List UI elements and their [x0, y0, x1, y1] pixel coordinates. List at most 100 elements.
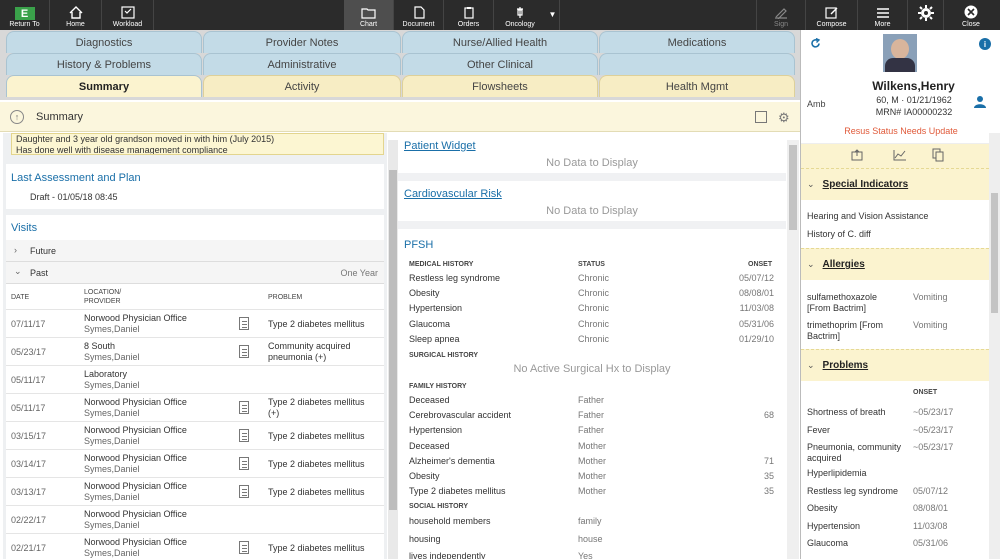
tab-history-problems[interactable]: History & Problems	[6, 53, 202, 75]
table-row[interactable]: 03/14/17 Norwood Physician Office Symes,Da…	[6, 449, 384, 477]
table-row[interactable]: 05/23/17 8 South Symes,Daniel Community acq…	[6, 337, 384, 365]
medical-history-label: MEDICAL HISTORY	[409, 261, 474, 268]
chart-button[interactable]: Chart	[344, 0, 394, 30]
problem-item[interactable]: Fever ~05/23/17	[801, 425, 989, 443]
home-button[interactable]: Home	[50, 0, 102, 30]
scroll-thumb[interactable]	[991, 193, 998, 313]
indicator-item: Hearing and Vision Assistance	[807, 211, 929, 221]
document-icon[interactable]	[239, 541, 249, 554]
family-history-row[interactable]: Cerebrovascular accident Father 68	[398, 410, 786, 424]
last-assessment-title[interactable]: Last Assessment and Plan	[11, 172, 141, 184]
resus-status[interactable]: Resus Status Needs Update	[801, 126, 1000, 136]
person-icon[interactable]	[973, 95, 987, 109]
tab-health-mgmt[interactable]: Health Mgmt	[599, 75, 795, 97]
tab-flowsheets[interactable]: Flowsheets	[402, 75, 598, 97]
cardio-risk-title[interactable]: Cardiovascular Risk	[404, 188, 502, 200]
tab-diagnostics[interactable]: Diagnostics	[6, 31, 202, 53]
document-icon[interactable]	[239, 401, 249, 414]
problem-item[interactable]: Hypertension 11/03/08	[801, 521, 989, 539]
family-history-row[interactable]: Type 2 diabetes mellitus Mother 35	[398, 486, 786, 500]
visits-title[interactable]: Visits	[11, 222, 37, 234]
family-history-row[interactable]: Hypertension Father	[398, 425, 786, 439]
document-icon[interactable]	[239, 345, 249, 358]
problem-item[interactable]: Pneumonia, community acquired ~05/23/17	[801, 442, 989, 468]
table-row[interactable]: 05/11/17 Norwood Physician Office Symes,Da…	[6, 393, 384, 421]
medical-history-row[interactable]: Obesity Chronic 08/08/01	[398, 288, 786, 302]
medical-history-row[interactable]: Restless leg syndrome Chronic 05/07/12	[398, 273, 786, 287]
table-row[interactable]: 03/13/17 Norwood Physician Office Symes,Da…	[6, 477, 384, 505]
family-history-row[interactable]: Deceased Mother	[398, 441, 786, 455]
past-row[interactable]: ⌄ Past One Year	[6, 262, 384, 284]
social-history-row[interactable]: household members family	[398, 516, 786, 530]
orders-button[interactable]: Orders	[444, 0, 494, 30]
export-icon[interactable]	[851, 149, 863, 161]
allergy-item[interactable]: trimethoprim [From Bactrim] Vomiting	[801, 320, 989, 346]
social-history-row[interactable]: lives independently Yes	[398, 551, 786, 559]
family-history-row[interactable]: Alzheimer's dementia Mother 71	[398, 456, 786, 470]
table-row[interactable]: 05/11/17 Laboratory Symes,Daniel	[6, 365, 384, 393]
document-icon[interactable]	[239, 485, 249, 498]
problem-item[interactable]: Restless leg syndrome 05/07/12	[801, 486, 989, 504]
social-history-row[interactable]: housing house	[398, 534, 786, 548]
info-icon[interactable]: i	[979, 38, 991, 50]
document-icon[interactable]	[239, 457, 249, 470]
settings-button[interactable]	[908, 0, 944, 30]
pfsh-title[interactable]: PFSH	[404, 239, 433, 251]
medical-history-row[interactable]: Sleep apnea Chronic 01/29/10	[398, 334, 786, 348]
scroll-thumb[interactable]	[789, 145, 797, 230]
table-row[interactable]: 02/21/17 Norwood Physician Office Symes,Da…	[6, 533, 384, 559]
patient-widget-title[interactable]: Patient Widget	[404, 140, 476, 152]
sign-button[interactable]: Sign	[756, 0, 806, 30]
family-history-row[interactable]: Obesity Mother 35	[398, 471, 786, 485]
problems-header[interactable]: ⌄ Problems	[801, 349, 989, 381]
table-row[interactable]: 07/11/17 Norwood Physician Office Symes,Da…	[6, 309, 384, 337]
problem-item[interactable]: Glaucoma 05/31/06	[801, 538, 989, 556]
medical-history-row[interactable]: Glaucoma Chronic 05/31/06	[398, 319, 786, 333]
refresh-icon[interactable]	[810, 38, 821, 49]
document-icon[interactable]	[239, 429, 249, 442]
mrn-value: IA00000232	[903, 107, 953, 117]
problem-item[interactable]: Hyperlipidemia	[801, 468, 989, 486]
scroll-thumb[interactable]	[389, 170, 397, 510]
range-label[interactable]: One Year	[340, 268, 378, 278]
tab-provider-notes[interactable]: Provider Notes	[203, 31, 401, 53]
document-icon[interactable]	[239, 317, 249, 330]
tab-nurse-allied-health[interactable]: Nurse/Allied Health	[402, 31, 598, 53]
tab-activity[interactable]: Activity	[203, 75, 401, 97]
condition-name: Sleep apnea	[409, 333, 460, 344]
left-scrollbar[interactable]	[388, 140, 398, 559]
problem-item[interactable]: Shortness of breath ~05/23/17	[801, 407, 989, 425]
oncology-dropdown[interactable]: ▼	[546, 0, 560, 30]
last-assessment-value[interactable]: Draft - 01/05/18 08:45	[30, 192, 118, 202]
copy-document-icon[interactable]	[932, 148, 944, 162]
trend-chart-icon[interactable]	[893, 149, 907, 161]
col-date: DATE	[11, 294, 30, 301]
oncology-button[interactable]: Oncology	[494, 0, 546, 30]
allergy-item[interactable]: sulfamethoxazole [From Bactrim] Vomiting	[801, 292, 989, 318]
tab-administrative[interactable]: Administrative	[203, 53, 401, 75]
document-button[interactable]: Document	[394, 0, 444, 30]
close-button[interactable]: Close	[944, 0, 998, 30]
more-button[interactable]: More	[858, 0, 908, 30]
family-history-row[interactable]: Deceased Father	[398, 395, 786, 409]
collapse-up-icon[interactable]: ↑	[10, 109, 24, 124]
return-to-button[interactable]: E Return To	[0, 0, 50, 30]
tab-summary[interactable]: Summary	[6, 75, 202, 97]
medical-history-row[interactable]: Hypertension Chronic 11/03/08	[398, 303, 786, 317]
table-row[interactable]: 03/15/17 Norwood Physician Office Symes,Da…	[6, 421, 384, 449]
allergies-header[interactable]: ⌄ Allergies	[801, 248, 989, 280]
problem-item[interactable]: Obesity 08/08/01	[801, 503, 989, 521]
workload-button[interactable]: Workload	[102, 0, 154, 30]
sidebar-scrollbar[interactable]	[989, 133, 1000, 559]
tab-medications[interactable]: Medications	[599, 31, 795, 53]
middle-scrollbar[interactable]	[787, 140, 799, 559]
family-condition: Deceased	[409, 395, 450, 405]
special-indicators-header[interactable]: ⌄ Special Indicators	[801, 168, 989, 200]
settings-gear-icon[interactable]: ⚙	[778, 110, 790, 126]
sign-label: Sign	[773, 21, 788, 28]
export-icon[interactable]	[755, 111, 767, 123]
future-row[interactable]: › Future	[6, 240, 384, 262]
table-row[interactable]: 02/22/17 Norwood Physician Office Symes,Da…	[6, 505, 384, 533]
compose-button[interactable]: Compose	[806, 0, 858, 30]
tab-other-clinical[interactable]: Other Clinical	[402, 53, 598, 75]
